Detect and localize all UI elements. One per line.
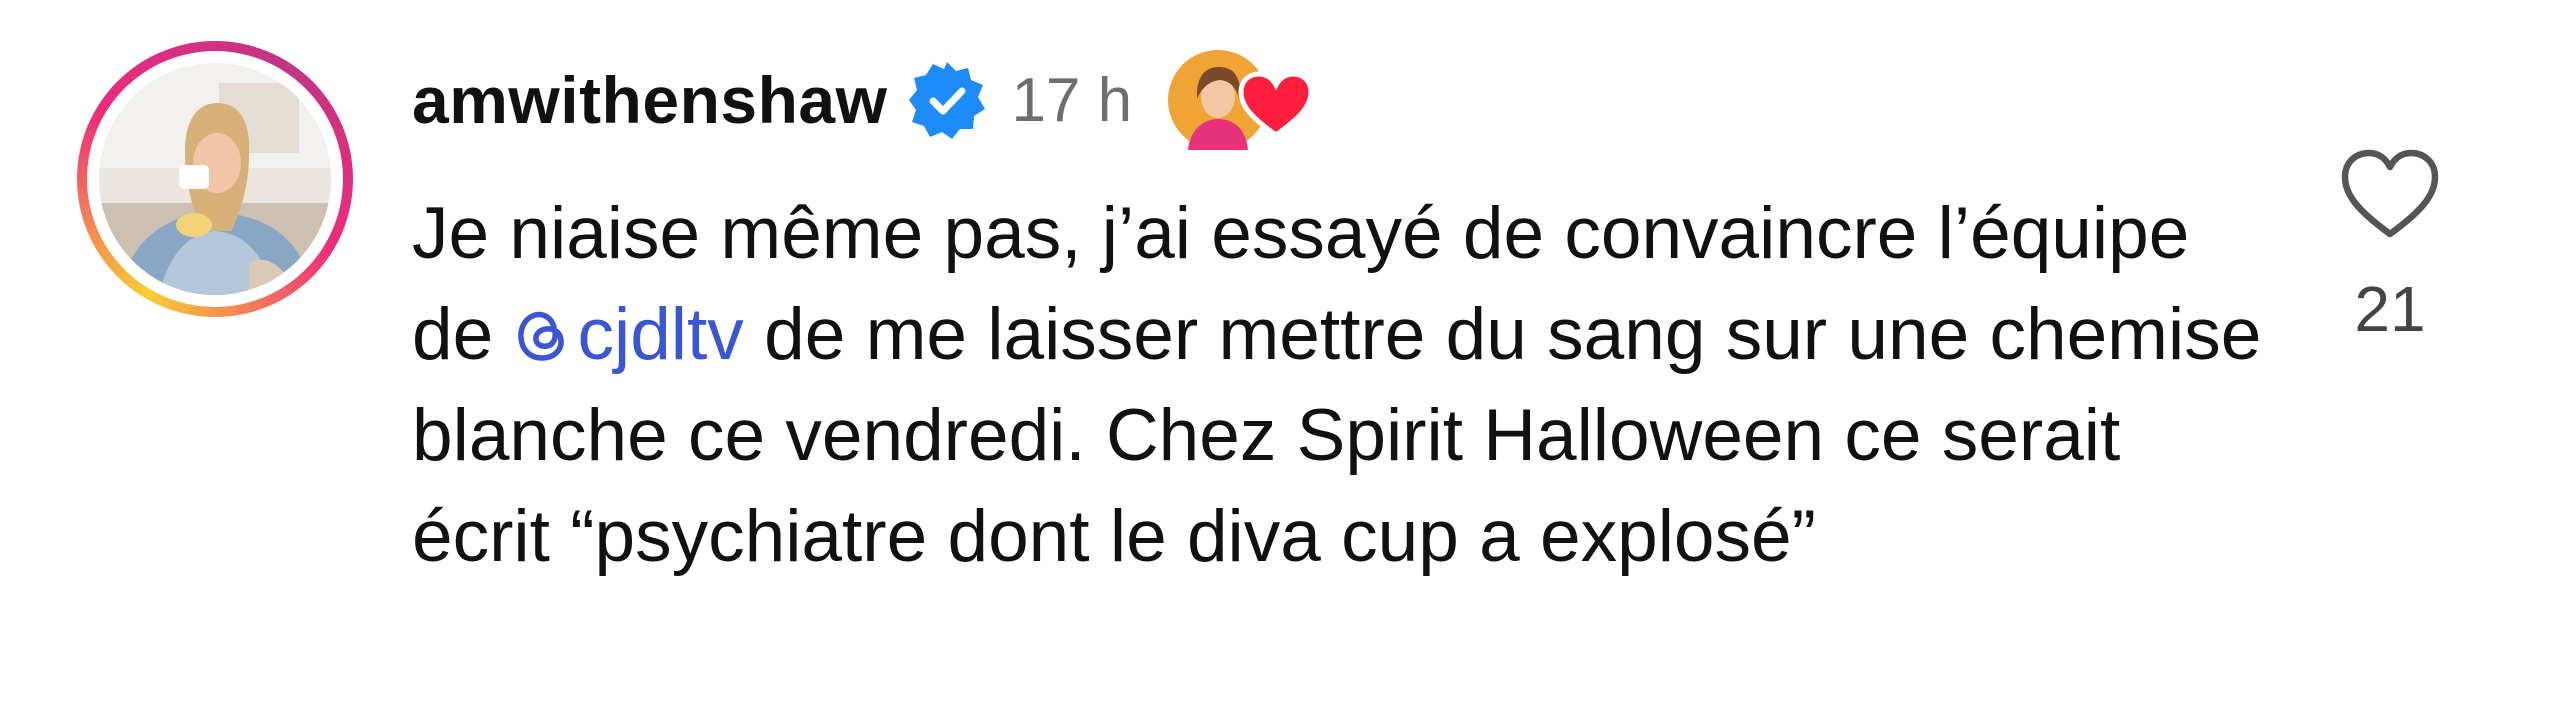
mention-link[interactable]: cjdltv (513, 294, 744, 375)
avatar-photo (99, 63, 331, 295)
verified-badge-icon (905, 58, 989, 142)
comment-header: amwithenshaw 17 h (412, 45, 1314, 155)
mention-username[interactable]: cjdltv (577, 294, 743, 375)
heart-outline-icon (2341, 149, 2439, 238)
heart-icon (1238, 71, 1314, 139)
threads-icon (513, 290, 573, 361)
avatar-gap (87, 51, 343, 307)
like-count: 21 (2354, 273, 2426, 345)
timestamp: 17 h (1011, 65, 1133, 135)
avatar[interactable] (99, 63, 331, 295)
story-ring[interactable] (77, 41, 353, 317)
like-button[interactable] (2340, 148, 2440, 240)
author-liked-reaction (1164, 47, 1314, 153)
comment: amwithenshaw 17 h Je niaise même pas, j’… (0, 0, 2560, 721)
comment-body: Je niaise même pas, j’ai essayé de conva… (412, 183, 2272, 587)
username[interactable]: amwithenshaw (412, 62, 887, 138)
